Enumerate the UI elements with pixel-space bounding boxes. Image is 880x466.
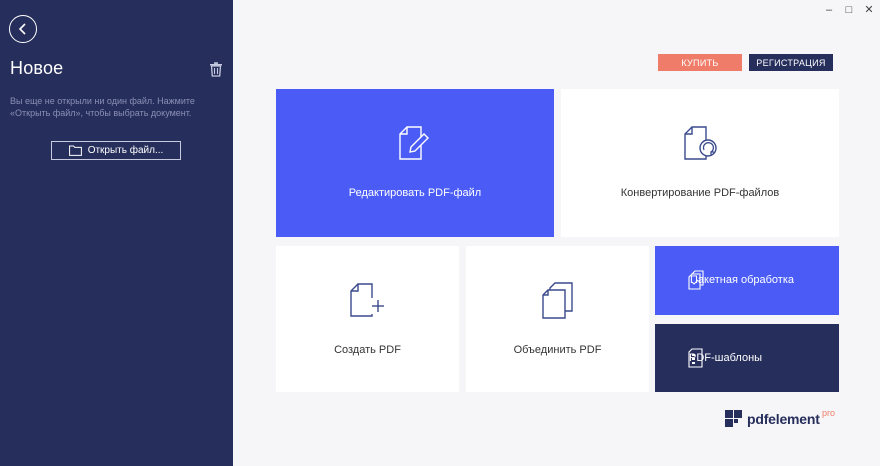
tile-batch-label: Пакетная обработка — [690, 274, 794, 286]
sidebar: Новое Вы еще не открыли ни один файл. На… — [0, 0, 233, 466]
window-controls: – □ ✕ — [824, 3, 874, 17]
maximize-button[interactable]: □ — [844, 4, 854, 16]
folder-icon — [68, 145, 82, 156]
tile-create-label: Создать PDF — [334, 344, 401, 356]
tile-pdf-templates[interactable]: PDF-шаблоны — [655, 324, 839, 392]
register-button[interactable]: РЕГИСТРАЦИЯ — [749, 54, 833, 71]
edit-document-icon — [399, 126, 429, 160]
tile-merge-pdf[interactable]: Объединить PDF — [466, 246, 649, 392]
tile-edit-label: Редактировать PDF-файл — [348, 187, 482, 199]
back-arrow-icon — [18, 23, 26, 35]
tile-convert-label: Конвертирование PDF-файлов — [620, 187, 780, 199]
sidebar-title: Новое — [10, 58, 64, 78]
tile-create-pdf[interactable]: Создать PDF — [276, 246, 459, 392]
tile-batch-process[interactable]: Пакетная обработка — [655, 246, 839, 315]
tile-templates-label: PDF-шаблоны — [689, 352, 763, 364]
open-file-button[interactable]: Открыть файл... — [51, 141, 181, 160]
convert-icon — [684, 126, 717, 160]
minimize-button[interactable]: – — [824, 4, 834, 16]
open-file-label: Открыть файл... — [87, 145, 164, 156]
brand-edition: pro — [822, 408, 836, 418]
merge-documents-icon — [542, 282, 573, 319]
trash-icon[interactable] — [209, 62, 223, 77]
close-button[interactable]: ✕ — [864, 3, 874, 16]
create-document-icon — [350, 283, 384, 317]
empty-hint: Вы еще не открыли ни один файл. Нажмите … — [10, 96, 195, 118]
tile-convert-pdf[interactable]: Конвертирование PDF-файлов — [561, 89, 839, 237]
tile-merge-label: Объединить PDF — [513, 344, 602, 356]
pdfelement-logo-icon — [725, 410, 742, 427]
tile-edit-pdf[interactable]: Редактировать PDF-файл — [276, 89, 554, 237]
brand-logo: pdfelement — [725, 410, 820, 427]
brand-name: pdfelement — [747, 410, 820, 427]
back-button[interactable] — [9, 15, 37, 43]
buy-button[interactable]: КУПИТЬ — [658, 54, 742, 71]
